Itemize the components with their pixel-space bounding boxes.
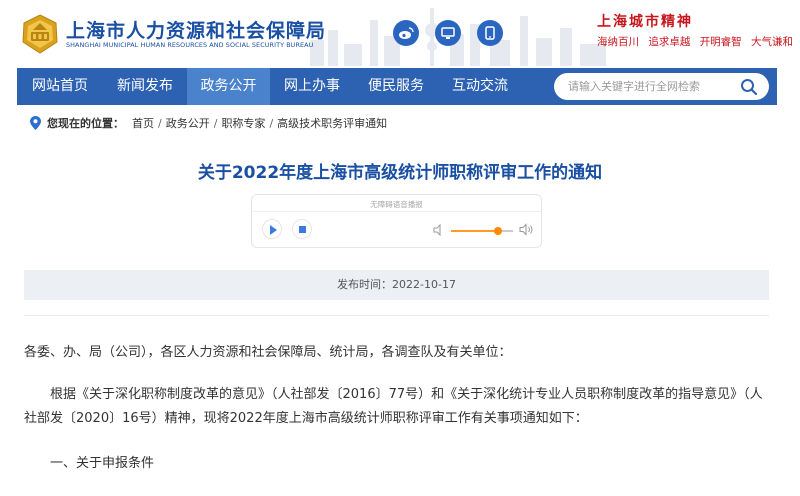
publish-date: 2022-10-17	[392, 278, 456, 291]
content-divider	[24, 315, 769, 316]
nav-item-public-services[interactable]: 便民服务	[354, 68, 438, 105]
city-spirit-title: 上海城市精神	[597, 14, 693, 30]
bureau-logo	[22, 14, 58, 54]
article-section-heading: 一、关于申报条件	[50, 456, 155, 471]
volume-handle[interactable]	[493, 227, 502, 235]
weibo-icon	[399, 27, 414, 39]
volume-slider[interactable]	[451, 227, 513, 235]
city-spirit-item: 大气谦和	[751, 36, 794, 48]
breadcrumb-current[interactable]: 高级技术职务评审通知	[277, 115, 387, 131]
mobile-icon	[485, 26, 495, 40]
breadcrumb-separator: /	[213, 116, 218, 130]
site-header: 上海市人力资源和社会保障局 SHANGHAI MUNICIPAL HUMAN R…	[0, 0, 800, 66]
nav-item-news[interactable]: 新闻发布	[103, 68, 187, 105]
city-spirit-item: 海纳百川	[597, 36, 639, 48]
breadcrumb-separator: /	[269, 116, 274, 130]
breadcrumb-label: 您现在的位置：	[47, 117, 124, 130]
mobile-button[interactable]	[477, 20, 503, 46]
article-title: 关于2022年度上海市高级统计师职称评审工作的通知	[197, 163, 603, 183]
nav-item-online-services[interactable]: 网上办事	[270, 68, 354, 105]
player-divider	[252, 211, 541, 212]
search-input[interactable]	[568, 73, 738, 100]
weibo-button[interactable]	[393, 20, 419, 46]
search-icon[interactable]	[740, 78, 758, 96]
publish-label: 发布时间：	[337, 278, 393, 291]
player-hint: 无障碍语音播报	[370, 200, 423, 209]
nav-item-interaction[interactable]: 互动交流	[438, 68, 522, 105]
nav-item-gov-affairs[interactable]: 政务公开	[187, 68, 270, 105]
stop-button[interactable]	[292, 219, 312, 239]
breadcrumb-link[interactable]: 职称专家	[221, 115, 265, 131]
nav-item-home[interactable]: 网站首页	[17, 68, 103, 105]
org-name-en: SHANGHAI MUNICIPAL HUMAN RESOURCES AND S…	[66, 41, 314, 49]
location-pin-icon	[30, 116, 41, 130]
article-paragraph: 各委、办、局（公司），各区人力资源和社会保障局、统计局，各调查队及有关单位：	[24, 345, 512, 360]
volume-fill	[451, 230, 498, 232]
play-button[interactable]	[262, 219, 282, 239]
city-spirit-list: 海纳百川 追求卓越 开明睿智 大气谦和	[597, 34, 799, 49]
org-name: 上海市人力资源和社会保障局	[66, 20, 327, 42]
volume-low-icon[interactable]	[433, 224, 445, 236]
volume-high-icon[interactable]	[519, 223, 534, 236]
breadcrumb: 您现在的位置： 首页 / 政务公开 / 职称专家 / 高级技术职务评审通知	[30, 115, 387, 131]
city-spirit-item: 开明睿智	[699, 36, 742, 48]
breadcrumb-separator: /	[158, 116, 162, 130]
desktop-button[interactable]	[435, 20, 461, 46]
search-box	[554, 73, 769, 100]
city-spirit-item: 追求卓越	[648, 36, 691, 48]
publish-info: 发布时间：2022-10-17	[24, 270, 769, 300]
breadcrumb-link[interactable]: 政务公开	[166, 115, 210, 131]
desktop-icon	[441, 26, 455, 39]
audio-player: 无障碍语音播报	[251, 194, 542, 248]
article-paragraph: 根据《关于深化职称制度改革的意见》（人社部发〔2016〕77号）和《关于深化统计…	[24, 387, 763, 426]
breadcrumb-link[interactable]: 首页	[132, 115, 154, 131]
